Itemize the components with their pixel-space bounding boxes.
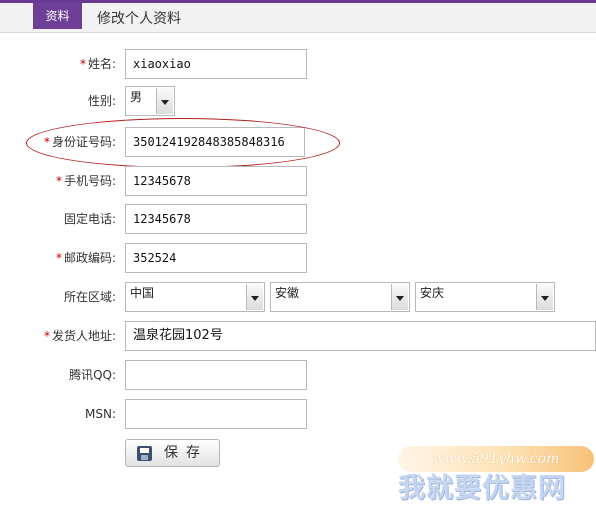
mobile-input[interactable]: 12345678 (125, 166, 307, 196)
required-mark: * (79, 57, 86, 71)
chevron-down-icon[interactable] (156, 88, 173, 114)
postcode-input[interactable]: 352524 (125, 243, 307, 273)
country-select[interactable]: 中国 (125, 282, 265, 312)
province-selected: 安徽 (275, 286, 300, 300)
tab-profile[interactable]: 资料 (33, 3, 82, 29)
gender-row: 性别: 男 (0, 86, 596, 116)
accent-line (0, 0, 596, 3)
city-selected: 安庆 (420, 286, 445, 300)
city-select[interactable]: 安庆 (415, 282, 555, 312)
msn-row: MSN: (0, 399, 596, 429)
id-number-input[interactable]: 350124192848385848316 (125, 127, 305, 157)
msn-input[interactable] (125, 399, 307, 429)
watermark-url: www.591yhw.com (398, 446, 594, 472)
region-row: 所在区域: 中国 安徽 安庆 (0, 282, 596, 312)
required-mark: * (55, 174, 62, 188)
phone-label: 固定电话: (63, 212, 116, 226)
name-row: * 姓名: xiaoxiao (0, 49, 596, 79)
postcode-label: * 邮政编码: (55, 251, 116, 265)
name-input[interactable]: xiaoxiao (125, 49, 307, 79)
address-input[interactable]: 温泉花园102号 (125, 321, 596, 351)
save-button[interactable]: 保存 (125, 439, 220, 467)
mobile-label: * 手机号码: (55, 174, 116, 188)
required-mark: * (43, 135, 50, 149)
gender-label: 性别: (87, 94, 116, 108)
mobile-row: * 手机号码: 12345678 (0, 166, 596, 196)
country-selected: 中国 (130, 286, 155, 300)
qq-input[interactable] (125, 360, 307, 390)
address-row: * 发货人地址: 温泉花园102号 (0, 321, 596, 351)
page-title: 修改个人资料 (97, 11, 181, 27)
postcode-row: * 邮政编码: 352524 (0, 243, 596, 273)
phone-input[interactable]: 12345678 (125, 204, 307, 234)
msn-label: MSN: (85, 407, 116, 421)
floppy-disk-icon (137, 446, 152, 461)
top-bar: 资料 修改个人资料 (0, 0, 596, 33)
name-label: * 姓名: (79, 57, 116, 71)
save-button-label: 保存 (164, 445, 208, 461)
chevron-down-icon[interactable] (536, 284, 553, 310)
qq-row: 腾讯QQ: (0, 360, 596, 390)
watermark-text: 我就要优惠网 (398, 473, 566, 504)
required-mark: * (55, 251, 62, 265)
address-label: * 发货人地址: (43, 329, 116, 343)
region-label: 所在区域: (63, 290, 116, 304)
province-select[interactable]: 安徽 (270, 282, 410, 312)
qq-label: 腾讯QQ: (69, 368, 116, 382)
phone-row: 固定电话: 12345678 (0, 204, 596, 234)
gender-select[interactable]: 男 (125, 86, 175, 116)
required-mark: * (43, 329, 50, 343)
id-number-row: * 身份证号码: 350124192848385848316 (0, 127, 596, 157)
chevron-down-icon[interactable] (246, 284, 263, 310)
gender-selected: 男 (130, 90, 143, 104)
id-number-label: * 身份证号码: (43, 135, 116, 149)
chevron-down-icon[interactable] (391, 284, 408, 310)
